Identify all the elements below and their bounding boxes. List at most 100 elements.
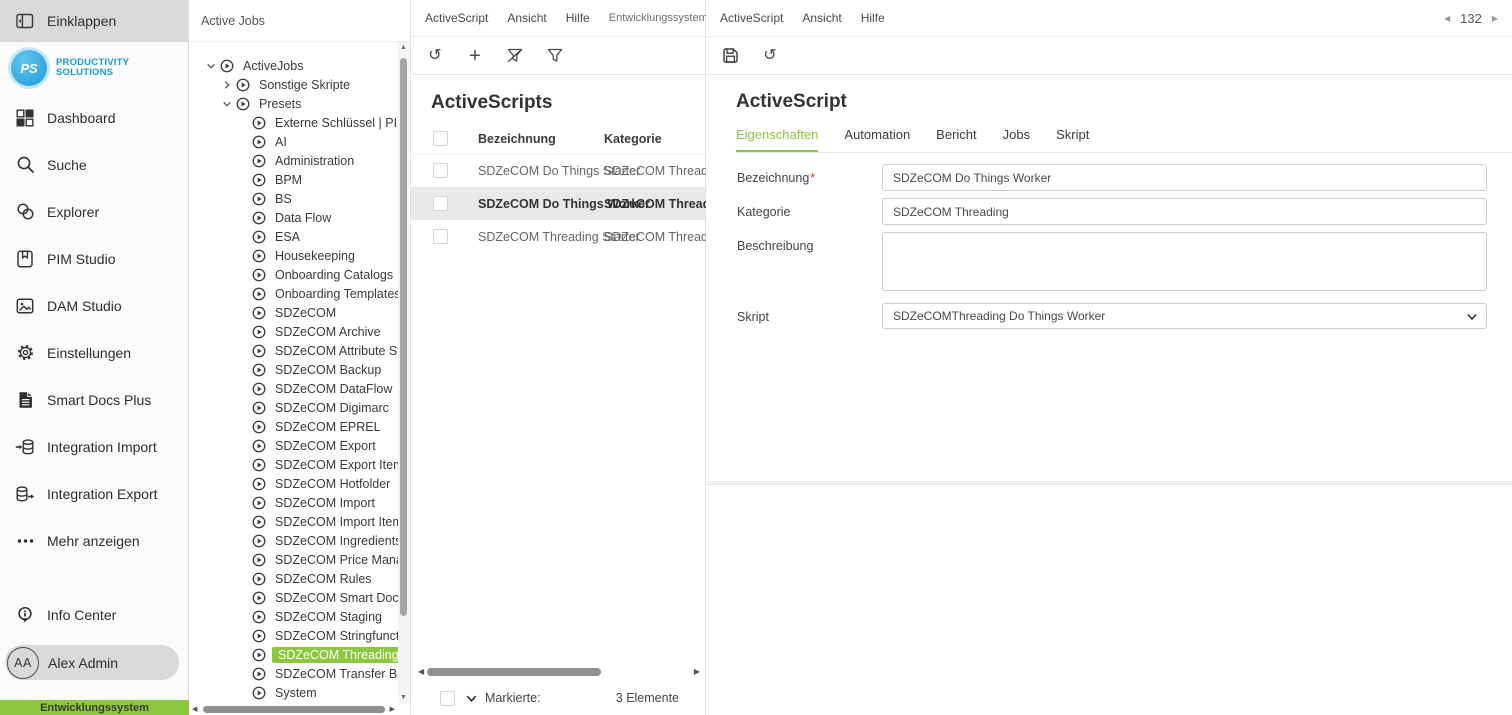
- add-icon[interactable]: +: [465, 46, 485, 66]
- field-label: Bezeichnung*: [737, 171, 816, 185]
- sidebar-item-integration-export[interactable]: Integration Export: [0, 470, 188, 517]
- tree-item-sdzecom-ingredients[interactable]: SDZeCOM Ingredients: [189, 531, 398, 550]
- tree-vertical-scrollbar[interactable]: ▲ ▼: [398, 42, 409, 703]
- scroll-left-icon[interactable]: ◀: [192, 705, 197, 713]
- column-header-bezeichnung[interactable]: Bezeichnung: [478, 132, 556, 146]
- tree-item-sdzecom-import-item-sync[interactable]: SDZeCOM Import Item Sync: [189, 512, 398, 531]
- tree-item-sdzecom-staging[interactable]: SDZeCOM Staging: [189, 607, 398, 626]
- sidebar-item-suche[interactable]: Suche: [0, 141, 188, 188]
- row-checkbox[interactable]: [433, 229, 448, 244]
- menu-activescript[interactable]: ActiveScript: [425, 11, 488, 25]
- tab-jobs[interactable]: Jobs: [1003, 127, 1030, 152]
- sidebar-item-mehr-anzeigen[interactable]: Mehr anzeigen: [0, 517, 188, 564]
- tree-item-esa[interactable]: ESA: [189, 227, 398, 246]
- column-header-kategorie[interactable]: Kategorie: [604, 132, 662, 146]
- sidebar-item-dashboard[interactable]: Dashboard: [0, 94, 188, 141]
- table-row[interactable]: SDZeCOM Threading Starter SDZeCOM Thread…: [411, 220, 725, 253]
- row-checkbox[interactable]: [433, 163, 448, 178]
- sidebar-item-integration-import[interactable]: Integration Import: [0, 423, 188, 470]
- scroll-down-icon[interactable]: ▼: [398, 692, 409, 703]
- marked-checkbox[interactable]: [440, 690, 455, 706]
- menu-ansicht[interactable]: Ansicht: [802, 11, 841, 25]
- beschreibung-field[interactable]: [882, 232, 1487, 291]
- sidebar-item-smart-docs-plus[interactable]: Smart Docs Plus: [0, 376, 188, 423]
- select-all-checkbox[interactable]: [433, 131, 448, 146]
- scroll-right-icon[interactable]: ▶: [390, 705, 395, 713]
- more-icon: [14, 532, 36, 550]
- refresh-icon[interactable]: ↺: [425, 46, 445, 66]
- tab-skript[interactable]: Skript: [1056, 127, 1089, 152]
- pager-previous-icon[interactable]: ◀: [1444, 14, 1450, 23]
- tree-item-sdzecom-dataflow[interactable]: SDZeCOM DataFlow: [189, 379, 398, 398]
- tree-item-sdzecom-threading[interactable]: SDZeCOM Threading: [189, 645, 398, 664]
- tree-horizontal-scrollbar[interactable]: ◀ ▶: [189, 704, 398, 715]
- collapse-sidebar-button[interactable]: Einklappen: [0, 0, 188, 42]
- tree-item-onboarding-templates[interactable]: Onboarding Templates: [189, 284, 398, 303]
- filter-clear-icon[interactable]: [505, 46, 525, 66]
- tree-item-administration[interactable]: Administration: [189, 151, 398, 170]
- sidebar-item-dam-studio[interactable]: DAM Studio: [0, 282, 188, 329]
- table-row[interactable]: SDZeCOM Do Things Starter SDZeCOM Thread…: [411, 154, 725, 187]
- menu-activescript[interactable]: ActiveScript: [720, 11, 783, 25]
- tree-item-externe-schl-ssel-pim[interactable]: Externe Schlüssel | PIM: [189, 113, 398, 132]
- sidebar-item-pim-studio[interactable]: PIM Studio: [0, 235, 188, 282]
- scrollbar-thumb[interactable]: [400, 58, 407, 616]
- tree-item-sdzecom-digimarc[interactable]: SDZeCOM Digimarc: [189, 398, 398, 417]
- scroll-right-icon[interactable]: ▶: [694, 667, 700, 676]
- chevron-down-icon[interactable]: [219, 99, 235, 109]
- tree-item-bpm[interactable]: BPM: [189, 170, 398, 189]
- tree-item-presets[interactable]: Presets: [189, 94, 398, 113]
- kategorie-field[interactable]: [882, 198, 1487, 225]
- tree-item-activejobs[interactable]: ActiveJobs: [189, 56, 398, 75]
- sidebar-item-info-center[interactable]: Info Center: [0, 598, 188, 632]
- table-row[interactable]: SDZeCOM Do Things Worker SDZeCOM Threadi…: [411, 187, 729, 220]
- row-checkbox[interactable]: [433, 196, 448, 211]
- chevron-down-icon[interactable]: [203, 61, 219, 71]
- scrollbar-thumb[interactable]: [427, 668, 601, 676]
- refresh-icon[interactable]: ↺: [760, 46, 780, 66]
- tree-item-sdzecom-backup[interactable]: SDZeCOM Backup: [189, 360, 398, 379]
- tree-item-system[interactable]: System: [189, 683, 398, 702]
- sidebar-item-einstellungen[interactable]: Einstellungen: [0, 329, 188, 376]
- tree-item-sdzecom-import[interactable]: SDZeCOM Import: [189, 493, 398, 512]
- tree-item-sdzecom-stringfunctions[interactable]: SDZeCOM Stringfunctions: [189, 626, 398, 645]
- tree-item-sdzecom-price-management[interactable]: SDZeCOM Price Management: [189, 550, 398, 569]
- user-menu[interactable]: AA Alex Admin: [5, 645, 179, 680]
- tree-item-data-flow[interactable]: Data Flow: [189, 208, 398, 227]
- list-horizontal-scrollbar[interactable]: ◀ ▶: [411, 665, 705, 679]
- tree-item-sdzecom-smart-docs[interactable]: SDZeCOM Smart Docs: [189, 588, 398, 607]
- tab-automation[interactable]: Automation: [844, 127, 910, 152]
- save-icon[interactable]: [720, 46, 740, 66]
- tree-item-sdzecom-hotfolder[interactable]: SDZeCOM Hotfolder: [189, 474, 398, 493]
- brand[interactable]: PS PRODUCTIVITY SOLUTIONS: [0, 42, 188, 94]
- tree-item-bs[interactable]: BS: [189, 189, 398, 208]
- menu-ansicht[interactable]: Ansicht: [507, 11, 546, 25]
- tree-item-sdzecom-export-item-sync[interactable]: SDZeCOM Export Item Sync: [189, 455, 398, 474]
- tree-item-sdzecom[interactable]: SDZeCOM: [189, 303, 398, 322]
- tree-item-sdzecom-archive[interactable]: SDZeCOM Archive: [189, 322, 398, 341]
- filter-icon[interactable]: [545, 46, 565, 66]
- tree-item-sdzecom-export[interactable]: SDZeCOM Export: [189, 436, 398, 455]
- scrollbar-thumb[interactable]: [203, 706, 385, 713]
- skript-select[interactable]: SDZeCOMThreading Do Things Worker: [882, 303, 1487, 329]
- pager-next-icon[interactable]: ▶: [1492, 14, 1498, 23]
- play-circle-icon: [251, 230, 266, 244]
- bezeichnung-field[interactable]: [882, 164, 1487, 191]
- tree-item-ai[interactable]: AI: [189, 132, 398, 151]
- tree-item-onboarding-catalogs[interactable]: Onboarding Catalogs: [189, 265, 398, 284]
- tree-item-sdzecom-attribute-statistics[interactable]: SDZeCOM Attribute Statistics: [189, 341, 398, 360]
- tree-item-sdzecom-transfer-backup[interactable]: SDZeCOM Transfer Backup: [189, 664, 398, 683]
- tree-item-housekeeping[interactable]: Housekeeping: [189, 246, 398, 265]
- tree-item-sdzecom-eprel[interactable]: SDZeCOM EPREL: [189, 417, 398, 436]
- tree-item-sdzecom-rules[interactable]: SDZeCOM Rules: [189, 569, 398, 588]
- chevron-down-icon[interactable]: [465, 692, 478, 705]
- tab-eigenschaften[interactable]: Eigenschaften: [736, 127, 819, 152]
- scroll-left-icon[interactable]: ◀: [418, 667, 424, 676]
- menu-hilfe[interactable]: Hilfe: [566, 11, 590, 25]
- chevron-right-icon[interactable]: [219, 80, 235, 90]
- menu-hilfe[interactable]: Hilfe: [861, 11, 885, 25]
- tree-item-sonstige-skripte[interactable]: Sonstige Skripte: [189, 75, 398, 94]
- tab-bericht[interactable]: Bericht: [936, 127, 976, 152]
- scroll-up-icon[interactable]: ▲: [398, 42, 409, 53]
- sidebar-item-explorer[interactable]: Explorer: [0, 188, 188, 235]
